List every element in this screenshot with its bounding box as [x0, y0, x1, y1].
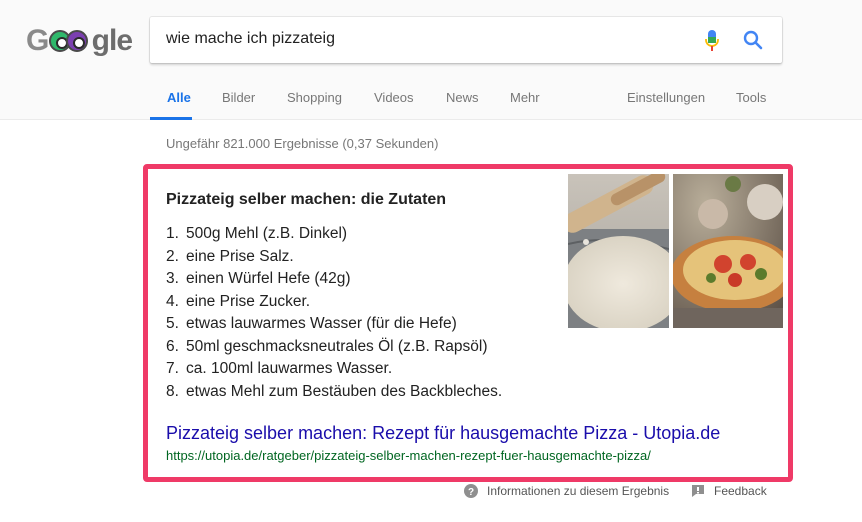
tab-videos[interactable]: Videos: [374, 90, 414, 105]
tab-shopping[interactable]: Shopping: [287, 90, 342, 105]
list-item: 4. eine Prise Zucker.: [166, 292, 311, 310]
feedback-icon: [692, 485, 704, 497]
featured-snippet: Pizzateig selber machen: die Zutaten 1. 5…: [143, 164, 793, 482]
active-tab-indicator: [150, 117, 192, 120]
dough-image[interactable]: [568, 174, 669, 328]
tab-einstellungen[interactable]: Einstellungen: [627, 90, 705, 105]
feedback-label: Feedback: [714, 484, 767, 498]
search-box[interactable]: [150, 17, 782, 63]
tab-news[interactable]: News: [446, 90, 479, 105]
list-item: 8. etwas Mehl zum Bestäuben des Backblech…: [166, 382, 503, 400]
list-item: 2. eine Prise Salz.: [166, 247, 294, 265]
list-item: 3. einen Würfel Hefe (42g): [166, 270, 351, 287]
ingredient-list: 1. 500g Mehl (z.B. Dinkel) 2. eine Prise S…: [166, 223, 502, 403]
tab-bilder[interactable]: Bilder: [222, 90, 255, 105]
tab-alle[interactable]: Alle: [167, 90, 191, 105]
svg-text:?: ?: [468, 487, 474, 498]
list-item: 1. 500g Mehl (z.B. Dinkel): [166, 225, 348, 242]
search-input[interactable]: [166, 30, 686, 48]
result-title-link[interactable]: Pizzateig selber machen: Rezept für haus…: [166, 423, 720, 444]
tab-tools[interactable]: Tools: [736, 90, 766, 105]
result-url: https://utopia.de/ratgeber/pizzateig-sel…: [166, 448, 651, 463]
microphone-icon[interactable]: [704, 29, 720, 53]
pizza-image[interactable]: [673, 174, 783, 328]
result-info-link[interactable]: ? Informationen zu diesem Ergebnis: [464, 484, 669, 498]
google-logo[interactable]: G gle: [26, 21, 133, 61]
result-stats: Ungefähr 821.000 Ergebnisse (0,37 Sekund…: [166, 136, 439, 151]
list-item: 5. etwas lauwarmes Wasser (für die Hefe): [166, 315, 457, 332]
tab-mehr[interactable]: Mehr: [510, 90, 540, 105]
info-label: Informationen zu diesem Ergebnis: [487, 484, 670, 498]
header: G gle Alle Bilder Shopping Videos News M…: [0, 0, 862, 120]
list-item: 6. 50ml geschmacksneutrales Öl (z.B. Raps…: [166, 337, 488, 355]
list-item: 7. ca. 100ml lauwarmes Wasser.: [166, 360, 393, 377]
search-icon[interactable]: [742, 29, 764, 51]
feedback-link[interactable]: Feedback: [691, 484, 767, 498]
snippet-title: Pizzateig selber machen: die Zutaten: [166, 191, 447, 208]
help-icon: ?: [464, 484, 478, 498]
